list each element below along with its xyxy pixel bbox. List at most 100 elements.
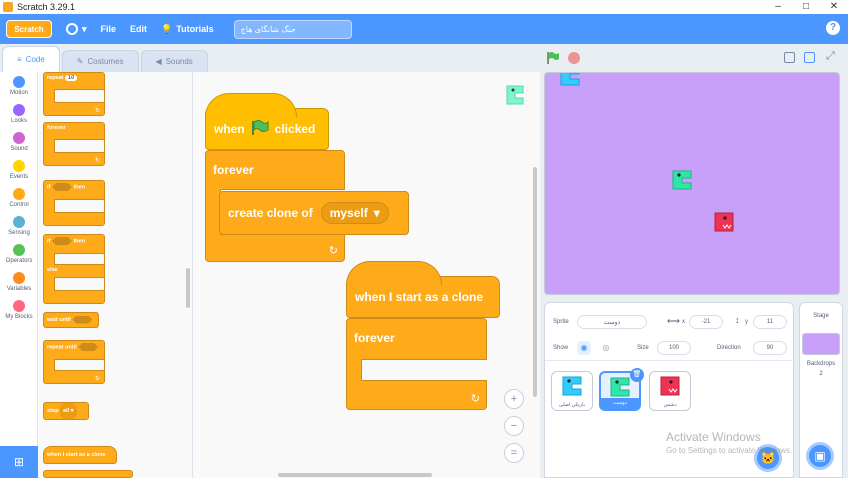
clone-forever-block[interactable]: forever ↻ [346, 318, 487, 410]
category-sensing[interactable]: Sensing [0, 216, 38, 236]
condition-slot[interactable] [78, 343, 99, 351]
category-sidebar: Motion Looks Sound Events Control Sensin… [0, 72, 38, 446]
loop-arrow-icon: ↻ [94, 158, 100, 164]
code-workspace[interactable]: when clicked forever ↻ create clone of m… [193, 72, 540, 478]
category-motion[interactable]: Motion [0, 76, 38, 96]
category-events[interactable]: Events [0, 160, 38, 180]
maximize-button[interactable]: □ [792, 0, 820, 14]
watermark-line-2: Go to Settings to activate Windows. [666, 446, 793, 455]
normal-stage-icon[interactable] [804, 52, 815, 63]
tab-costumes[interactable]: ✎ Costumes [61, 50, 139, 72]
help-icon[interactable]: ? [826, 21, 840, 35]
horizontal-arrows-icon: ⟷ [667, 316, 680, 326]
fullscreen-icon[interactable]: ⤢ [826, 50, 835, 63]
y-label: y [745, 319, 748, 325]
file-menu[interactable]: File [101, 24, 117, 34]
category-looks[interactable]: Looks [0, 104, 38, 124]
tab-code[interactable]: ≡ Code [2, 46, 60, 72]
direction-label: Direction [717, 345, 741, 351]
sprite-thumb-friend[interactable]: دوست 🗑 [599, 368, 644, 411]
chevron-down-icon: ▾ [82, 23, 87, 34]
category-label: Looks [10, 118, 27, 124]
palette-if-else-block[interactable]: if then else [43, 234, 105, 304]
stage-thumbnail[interactable] [802, 333, 840, 355]
small-stage-icon[interactable] [784, 52, 795, 63]
green-flag-button[interactable] [546, 51, 560, 65]
hide-icon[interactable]: ◎ [599, 341, 613, 355]
friend-sprite-icon [610, 377, 630, 397]
tutorials-menu[interactable]: 💡 Tutorials [161, 24, 214, 35]
enemy-sprite-on-stage[interactable] [713, 211, 735, 233]
close-button[interactable]: ✕ [820, 0, 848, 14]
clone-target-dropdown[interactable]: myself ▾ [320, 202, 389, 224]
palette-stop-block[interactable]: stop all ▾ [43, 402, 89, 420]
workspace-vertical-scrollbar[interactable] [533, 167, 537, 397]
tab-sounds[interactable]: ◀ Sounds [140, 50, 208, 72]
player-sprite-icon [562, 376, 582, 396]
palette-wait-until-block[interactable]: wait until [43, 312, 99, 328]
choose-backdrop-button[interactable]: ▣ [806, 442, 834, 470]
palette-clone-hat-block[interactable]: when I start as a clone [43, 446, 117, 464]
variables-dot-icon [13, 272, 25, 284]
backdrops-count: 2 [819, 371, 823, 377]
edit-menu[interactable]: Edit [130, 24, 147, 34]
add-extension-button[interactable]: ⊞ [0, 446, 38, 478]
stage-canvas[interactable] [544, 72, 840, 295]
sprite-label: Sprite [553, 319, 569, 325]
sprite-thumb-name: دشمن [663, 402, 677, 408]
direction-input[interactable]: 90 [753, 341, 787, 355]
x-position-input[interactable]: -21 [689, 315, 723, 329]
sprite-name-input[interactable]: دوست [577, 315, 647, 329]
stop-option-dropdown[interactable]: all ▾ [60, 403, 77, 419]
palette-partial-block[interactable] [43, 470, 133, 478]
when-clone-start-hat[interactable]: when I start as a clone [346, 261, 500, 318]
size-label: Size [637, 345, 649, 351]
category-operators[interactable]: Operators [0, 244, 38, 264]
palette-repeat-until-block[interactable]: repeat until ↻ [43, 340, 105, 384]
window-title-bar: Scratch 3.29.1 – □ ✕ [0, 0, 848, 14]
project-title-input[interactable]: جنگ شانگای هاج [233, 19, 352, 39]
category-control[interactable]: Control [0, 188, 38, 208]
palette-repeat-block[interactable]: repeat 10 ↻ [43, 72, 105, 116]
create-clone-label: create clone of [228, 206, 313, 220]
condition-slot[interactable] [72, 315, 93, 324]
stop-button[interactable] [568, 52, 580, 64]
category-label: Control [9, 202, 29, 208]
palette-if-then-block[interactable]: if then [43, 180, 105, 226]
brush-icon: ✎ [76, 57, 84, 66]
forever-label: forever [354, 331, 395, 345]
language-menu[interactable]: ▾ [66, 23, 87, 35]
sprite-thumb-player[interactable]: بازیکن اصلی [551, 371, 593, 411]
sprite-thumb-enemy[interactable]: دشمن [649, 371, 691, 411]
wait-until-label: wait until [47, 317, 71, 323]
loop-arrow-icon: ↻ [470, 393, 480, 405]
zoom-out-button[interactable]: − [504, 416, 524, 436]
when-flag-clicked-hat[interactable]: when clicked [205, 93, 329, 150]
friend-sprite-on-stage[interactable] [671, 169, 693, 191]
category-label: Motion [9, 90, 28, 96]
create-clone-block[interactable]: create clone of myself ▾ [219, 191, 409, 235]
then-label: then [73, 184, 86, 191]
condition-slot[interactable] [51, 183, 72, 191]
scratch-app-icon [3, 2, 13, 12]
minimize-button[interactable]: – [764, 0, 792, 14]
size-input[interactable]: 100 [657, 341, 691, 355]
category-my-blocks[interactable]: My Blocks [0, 300, 38, 320]
palette-scrollbar[interactable] [186, 268, 190, 308]
y-position-input[interactable]: 11 [753, 315, 787, 329]
zoom-in-button[interactable]: + [504, 389, 524, 409]
repeat-count-input[interactable]: 10 [65, 75, 78, 81]
palette-forever-block[interactable]: forever ↻ [43, 122, 105, 166]
scratch-logo[interactable]: Scratch [6, 20, 52, 38]
block-palette: repeat 10 ↻ forever ↻ if then if then el… [38, 72, 193, 478]
trash-icon[interactable]: 🗑 [630, 368, 644, 382]
category-variables[interactable]: Variables [0, 272, 38, 292]
workspace-horizontal-scrollbar[interactable] [278, 473, 432, 477]
category-sound[interactable]: Sound [0, 132, 38, 152]
then-label: then [73, 238, 86, 245]
condition-slot[interactable] [51, 237, 72, 245]
player-sprite-on-stage[interactable] [559, 73, 581, 87]
zoom-reset-button[interactable]: = [504, 443, 524, 463]
tutorials-label: Tutorials [176, 24, 214, 34]
show-visible-icon[interactable]: ◉ [577, 341, 591, 355]
